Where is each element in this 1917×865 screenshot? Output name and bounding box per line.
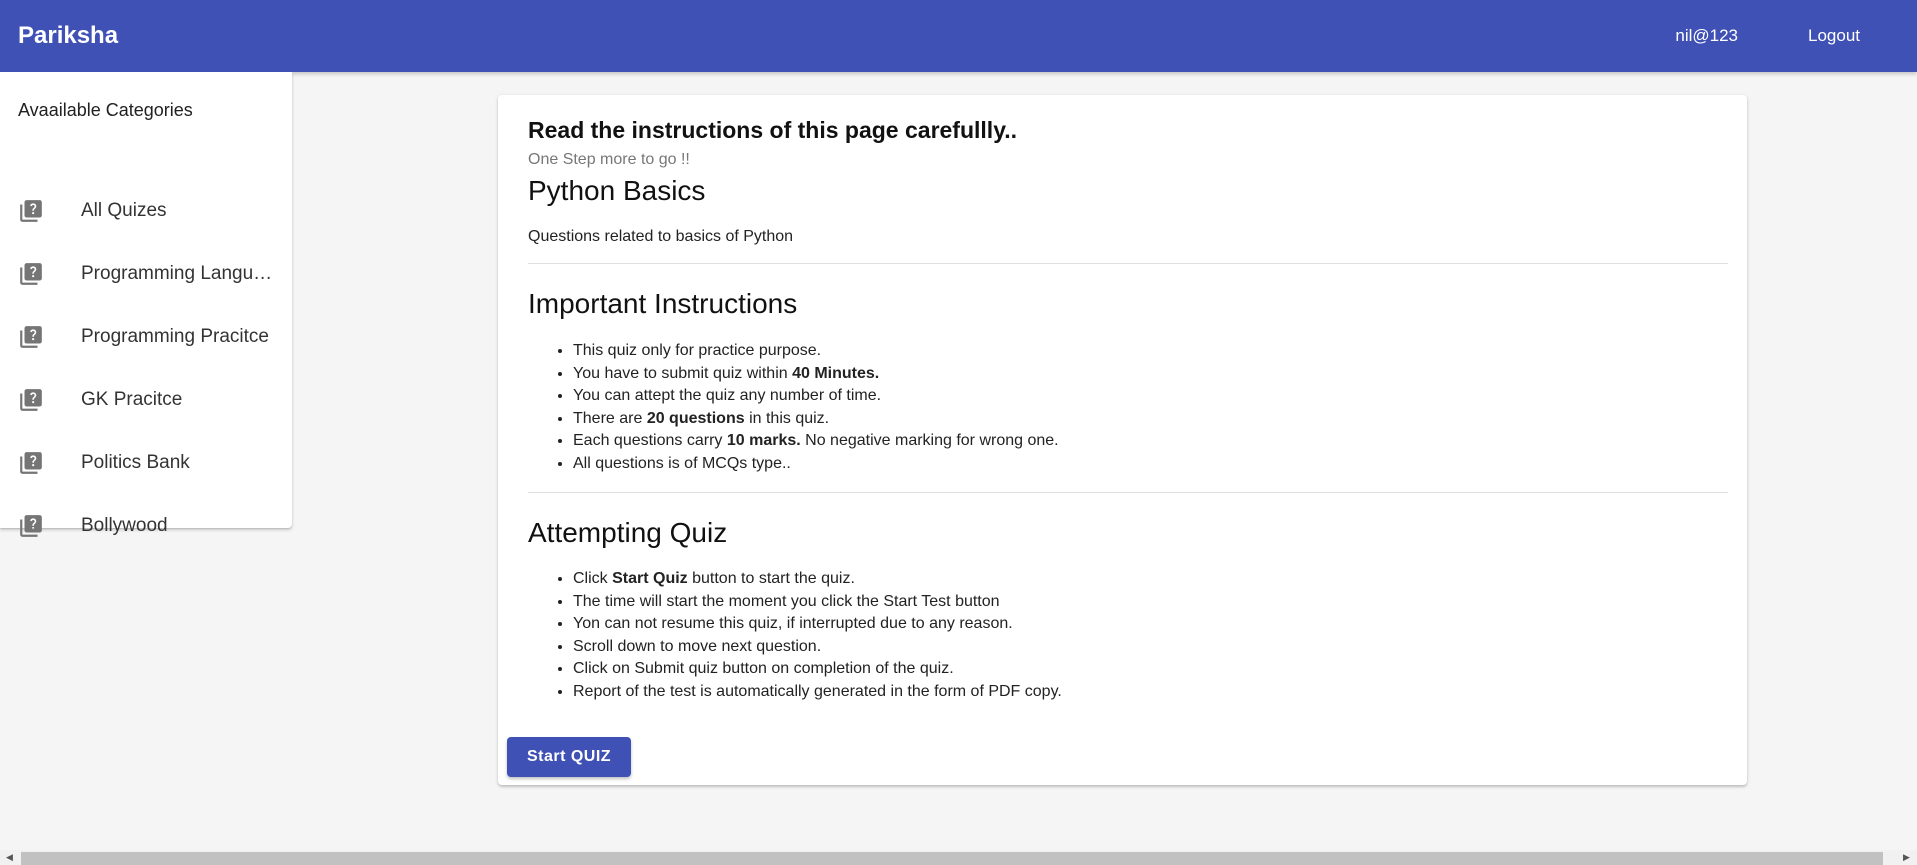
quiz-icon bbox=[20, 451, 42, 474]
sidebar-item-politics-bank[interactable]: Politics Bank bbox=[0, 431, 292, 494]
scroll-left-arrow-icon[interactable]: ◀ bbox=[6, 853, 13, 862]
quiz-icon bbox=[20, 325, 42, 348]
instruction-item: Yon can not resume this quiz, if interru… bbox=[573, 613, 1062, 636]
sidebar-item-bollywood[interactable]: Bollywood bbox=[0, 494, 292, 557]
instruction-item: Click Start Quiz button to start the qui… bbox=[573, 568, 1062, 591]
quiz-icon bbox=[20, 514, 42, 537]
brand-title[interactable]: Pariksha bbox=[18, 22, 118, 50]
quiz-icon bbox=[20, 199, 42, 222]
quiz-icon bbox=[20, 262, 42, 285]
sidebar-item-label: All Quizes bbox=[81, 199, 167, 221]
divider bbox=[528, 263, 1728, 264]
important-instructions-heading: Important Instructions bbox=[528, 288, 798, 319]
categories-sidebar: Avaailable Categories All Quizes Program… bbox=[0, 72, 292, 537]
attempting-quiz-list: Click Start Quiz button to start the qui… bbox=[573, 568, 1062, 703]
instruction-item: Scroll down to move next question. bbox=[573, 636, 1062, 659]
sidebar-title: Avaailable Categories bbox=[18, 100, 193, 120]
instruction-item: You have to submit quiz within 40 Minute… bbox=[573, 363, 1059, 386]
sidebar-item-label: Bollywood bbox=[81, 514, 168, 536]
sidebar-item-label: Programming Pracitce bbox=[81, 325, 269, 347]
page-title: Read the instructions of this page caref… bbox=[528, 117, 1018, 143]
sidebar-item-programming-practice[interactable]: Programming Pracitce bbox=[0, 305, 292, 368]
quiz-description: Questions related to basics of Python bbox=[528, 228, 794, 245]
instruction-item: This quiz only for practice purpose. bbox=[573, 340, 1059, 363]
start-quiz-button[interactable]: Start QUIZ bbox=[507, 737, 631, 777]
attempting-quiz-heading: Attempting Quiz bbox=[528, 517, 728, 548]
instruction-item: Report of the test is automatically gene… bbox=[573, 681, 1062, 704]
instruction-item: The time will start the moment you click… bbox=[573, 591, 1062, 614]
sidebar-item-label: Politics Bank bbox=[81, 451, 190, 473]
sidebar-item-gk-practice[interactable]: GK Pracitce bbox=[0, 368, 292, 431]
important-instructions-list: This quiz only for practice purpose. You… bbox=[573, 340, 1059, 475]
logout-button[interactable]: Logout bbox=[1808, 26, 1860, 46]
username-link[interactable]: nil@123 bbox=[1675, 26, 1738, 46]
page-subtitle: One Step more to go !! bbox=[528, 151, 690, 168]
horizontal-scrollbar[interactable]: ◀ ▶ bbox=[0, 850, 1917, 865]
sidebar-item-programming-languages[interactable]: Programming Langu… bbox=[0, 242, 292, 305]
sidebar-item-all-quizes[interactable]: All Quizes bbox=[0, 179, 292, 242]
instruction-item: You can attept the quiz any number of ti… bbox=[573, 385, 1059, 408]
instruction-item: Click on Submit quiz button on completio… bbox=[573, 658, 1062, 681]
scrollbar-thumb[interactable] bbox=[21, 852, 1883, 865]
quiz-title: Python Basics bbox=[528, 175, 706, 206]
sidebar-item-label: Programming Langu… bbox=[81, 262, 273, 284]
sidebar-item-label: GK Pracitce bbox=[81, 388, 183, 410]
quiz-icon bbox=[20, 388, 42, 411]
instruction-item: All questions is of MCQs type.. bbox=[573, 453, 1059, 476]
divider bbox=[528, 492, 1728, 493]
scroll-right-arrow-icon[interactable]: ▶ bbox=[1903, 853, 1910, 862]
instructions-card: Read the instructions of this page caref… bbox=[498, 95, 1747, 785]
instruction-item: There are 20 questions in this quiz. bbox=[573, 408, 1059, 431]
top-app-bar: Pariksha nil@123 Logout bbox=[0, 0, 1917, 72]
instruction-item: Each questions carry 10 marks. No negati… bbox=[573, 430, 1059, 453]
